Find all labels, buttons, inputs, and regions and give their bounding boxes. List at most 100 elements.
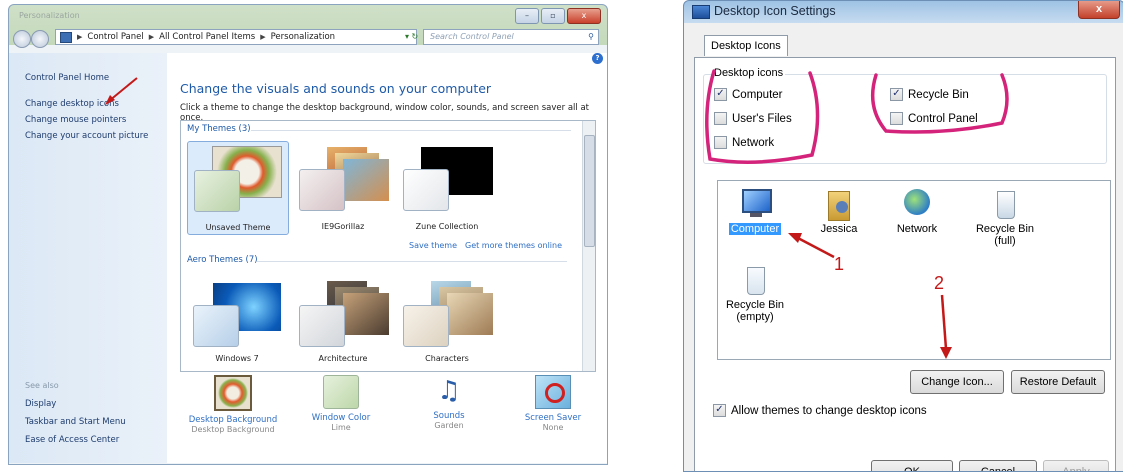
link-display[interactable]: Display	[25, 399, 56, 409]
checkbox-box[interactable]: ✓	[713, 404, 726, 417]
screen-saver-icon	[535, 375, 571, 409]
music-notes-icon: ♫	[437, 376, 461, 406]
search-placeholder: Search Control Panel	[430, 32, 514, 41]
screen-saver-setting[interactable]: Screen Saver None	[503, 375, 603, 432]
theme-unsaved[interactable]: Unsaved Theme	[187, 141, 289, 235]
apply-button: Apply	[1043, 460, 1109, 471]
theme-ie9gorillaz[interactable]: IE9Gorillaz	[293, 141, 393, 233]
annotation-arrow-1	[788, 233, 835, 259]
desktop-icon-list[interactable]: Computer Jessica Network Recycle Bin (fu…	[717, 180, 1111, 360]
setting-value: Garden	[434, 421, 464, 430]
window-color-setting[interactable]: Window Color Lime	[291, 375, 391, 432]
checkbox-allow-themes[interactable]: ✓ Allow themes to change desktop icons	[713, 404, 927, 417]
divider	[257, 261, 567, 262]
breadcrumb-control-panel[interactable]: Control Panel	[87, 32, 143, 42]
help-icon[interactable]: ?	[592, 53, 603, 64]
close-button[interactable]: x	[567, 8, 601, 24]
window-color-icon	[323, 375, 359, 409]
link-change-mouse-pointers[interactable]: Change mouse pointers	[25, 115, 126, 125]
setting-title: Screen Saver	[524, 413, 582, 423]
chevron-right-icon: ▶	[260, 33, 266, 41]
desktop-background-icon	[214, 375, 252, 411]
navigation-bar: ▶ Control Panel ▶ All Control Panel Item…	[9, 27, 607, 49]
annotation-number-1: 1	[834, 254, 845, 274]
link-taskbar-start-menu[interactable]: Taskbar and Start Menu	[25, 417, 126, 427]
save-theme-link[interactable]: Save theme	[409, 241, 457, 250]
color-swatch	[299, 169, 345, 211]
dialog-title: Desktop Icon Settings	[714, 4, 836, 18]
personalization-window: Personalization – ▫ x ▶ Control Panel ▶ …	[8, 4, 608, 465]
close-button[interactable]: x	[1078, 1, 1120, 19]
icon-label: Recycle Bin (empty)	[725, 299, 785, 323]
restore-default-button[interactable]: Restore Default	[1011, 370, 1105, 394]
theme-settings-row: Desktop Background Desktop Background Wi…	[167, 375, 607, 455]
divider	[251, 130, 571, 131]
user-folder-icon	[822, 187, 856, 221]
icon-item-recycle-bin-full[interactable]: Recycle Bin (full)	[970, 187, 1040, 247]
desktop-background-setting[interactable]: Desktop Background Desktop Background	[183, 375, 283, 434]
link-change-account-picture[interactable]: Change your account picture	[25, 131, 148, 141]
back-button[interactable]	[13, 30, 31, 48]
refresh-icon[interactable]: ▾ ↻	[405, 32, 418, 41]
checkbox-label: Allow themes to change desktop icons	[731, 404, 927, 417]
theme-list[interactable]: My Themes (3) Unsaved Theme IE9Gorillaz …	[180, 120, 596, 372]
window-title: Personalization	[19, 11, 80, 20]
icon-item-network[interactable]: Network	[882, 187, 952, 235]
icon-label: Recycle Bin (full)	[975, 223, 1035, 247]
link-ease-of-access[interactable]: Ease of Access Center	[25, 435, 119, 445]
computer-icon	[738, 187, 772, 221]
theme-label: Windows 7	[215, 354, 259, 363]
breadcrumb-personalization[interactable]: Personalization	[271, 32, 335, 42]
setting-value: Lime	[331, 423, 351, 432]
maximize-button[interactable]: ▫	[541, 8, 565, 24]
search-input[interactable]: Search Control Panel ⚲	[423, 29, 599, 45]
search-icon[interactable]: ⚲	[588, 30, 594, 44]
annotation-circles	[705, 69, 1009, 164]
theme-label: Unsaved Theme	[205, 223, 271, 232]
theme-label: IE9Gorillaz	[321, 222, 365, 231]
minimize-button[interactable]: –	[515, 8, 539, 24]
annotation-arrow	[105, 77, 138, 105]
theme-preview-image	[447, 293, 493, 335]
annotation-number-2: 2	[934, 273, 945, 293]
color-swatch	[299, 305, 345, 347]
theme-characters[interactable]: Characters	[397, 273, 497, 365]
change-icon-button[interactable]: Change Icon...	[910, 370, 1004, 394]
ok-button[interactable]: OK	[871, 460, 953, 471]
theme-preview-image	[343, 159, 389, 201]
color-swatch	[403, 305, 449, 347]
theme-windows-7[interactable]: Windows 7	[187, 273, 287, 365]
address-bar[interactable]: ▶ Control Panel ▶ All Control Panel Item…	[55, 29, 417, 45]
window-controls: – ▫ x	[515, 8, 601, 24]
color-swatch	[193, 305, 239, 347]
icon-label: Network	[896, 223, 938, 235]
annotation-arrow-2	[940, 294, 952, 359]
sounds-setting[interactable]: ♫ Sounds Garden	[399, 375, 499, 430]
color-swatch	[194, 170, 240, 212]
theme-zune-collection[interactable]: Zune Collection	[397, 141, 497, 233]
icon-item-recycle-bin-empty[interactable]: Recycle Bin (empty)	[720, 263, 790, 323]
setting-title: Window Color	[311, 413, 371, 423]
breadcrumb-all-items[interactable]: All Control Panel Items	[159, 32, 255, 42]
theme-list-scrollbar[interactable]	[582, 121, 595, 371]
color-swatch	[403, 169, 449, 211]
setting-value: None	[542, 423, 564, 432]
chevron-right-icon: ▶	[77, 33, 83, 41]
icon-item-computer[interactable]: Computer	[720, 187, 790, 235]
network-icon	[900, 187, 934, 221]
icon-label: Computer	[728, 223, 782, 235]
desktop-icon-settings-icon	[692, 5, 710, 19]
get-more-themes-link[interactable]: Get more themes online	[465, 241, 562, 250]
theme-architecture[interactable]: Architecture	[293, 273, 393, 365]
forward-button[interactable]	[31, 30, 49, 48]
my-themes-header: My Themes (3)	[187, 124, 251, 134]
cancel-button[interactable]: Cancel	[959, 460, 1037, 471]
see-also-label: See also	[25, 381, 59, 390]
recycle-bin-full-icon	[988, 187, 1022, 221]
link-control-panel-home[interactable]: Control Panel Home	[25, 73, 109, 83]
theme-label: Zune Collection	[415, 222, 479, 231]
task-pane: Control Panel Home Change desktop icons …	[9, 53, 168, 463]
scrollbar-thumb[interactable]	[584, 135, 595, 247]
setting-title: Desktop Background	[188, 415, 278, 425]
theme-label: Architecture	[318, 354, 368, 363]
